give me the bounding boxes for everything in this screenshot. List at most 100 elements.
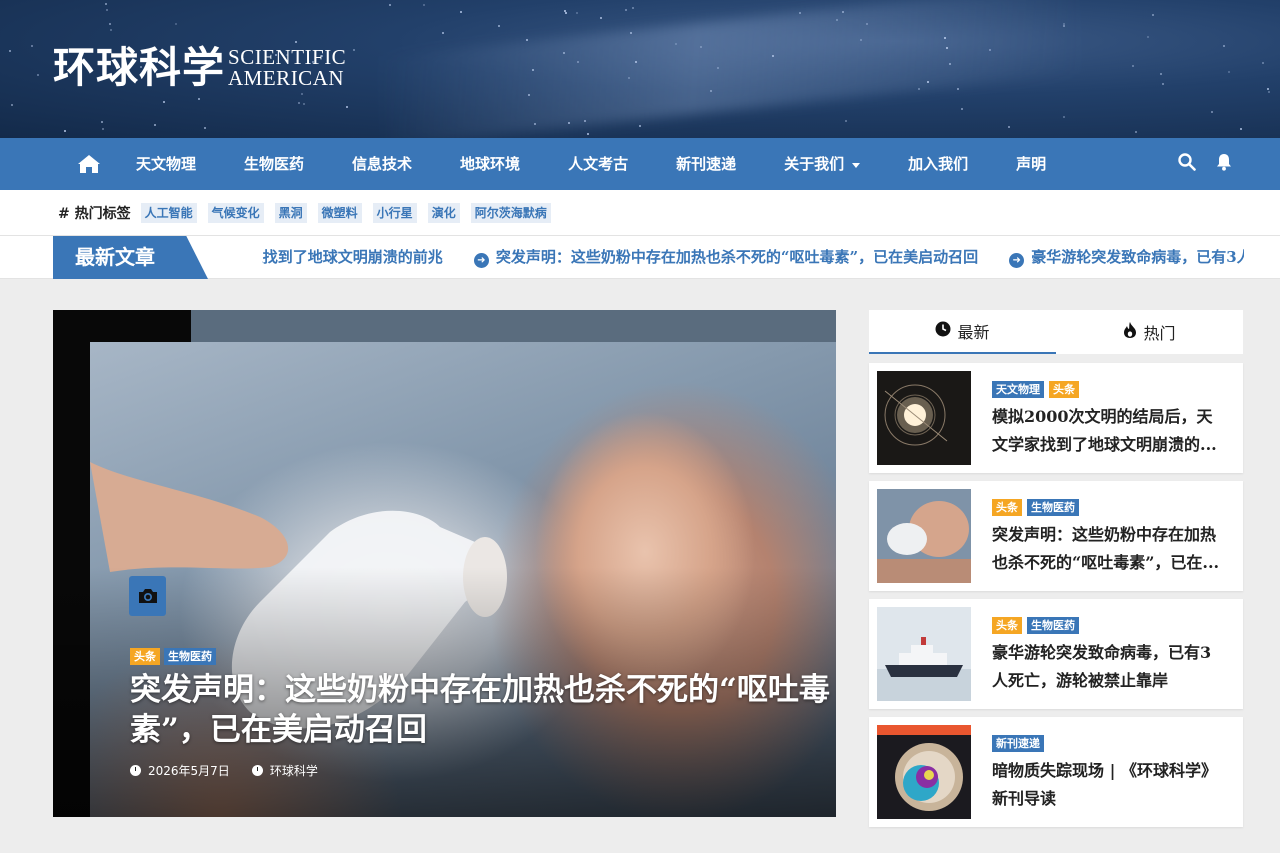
- hot-tag-alzheimers[interactable]: 阿尔茨海默病: [470, 203, 551, 223]
- star: [586, 133, 589, 136]
- nav-item-astrophysics[interactable]: 天文物理: [136, 138, 196, 190]
- latest-articles-ticker: 最新文章 ➜模拟2000次文明的结局后，天文学家找到了地球文明崩溃的前兆 ➜突发…: [0, 236, 1280, 279]
- badge-category[interactable]: 新刊速递: [992, 735, 1044, 752]
- hot-tag-asteroid[interactable]: 小行星: [372, 203, 417, 223]
- logo-english: SCIENTIFIC AMERICAN: [228, 47, 346, 89]
- nav-actions: [1178, 138, 1232, 190]
- ticker-label: 最新文章: [53, 236, 208, 279]
- post-tags: 头条 生物医药: [992, 499, 1079, 516]
- nav-item-earth-environment[interactable]: 地球环境: [460, 138, 520, 190]
- camera-icon[interactable]: [129, 576, 166, 616]
- star: [1210, 110, 1213, 113]
- post-title[interactable]: 模拟2000次文明的结局后，天文学家找到了地球文明崩溃的...: [992, 403, 1222, 459]
- badge-category[interactable]: 天文物理: [992, 381, 1044, 398]
- home-icon[interactable]: [76, 138, 102, 190]
- ticker-item-text: 豪华游轮突发致命病毒，已有3人死亡，游轮被禁止靠岸: [1031, 248, 1244, 266]
- star: [926, 81, 929, 84]
- sidebar-tabs: 最新 热门: [869, 310, 1243, 354]
- nav-item-statement[interactable]: 声明: [1016, 138, 1046, 190]
- star: [423, 3, 426, 6]
- hero-title[interactable]: 突发声明：这些奶粉中存在加热也杀不死的“呕吐毒素”，已在美启动召回: [130, 670, 830, 750]
- star: [389, 4, 392, 7]
- clock-icon: [130, 765, 141, 776]
- nav-item-humanities-archaeology[interactable]: 人文考古: [568, 138, 628, 190]
- nav-menu: 天文物理 生物医药 信息技术 地球环境 人文考古 新刊速递 关于我们 加入我们 …: [76, 138, 1094, 190]
- star: [1131, 64, 1134, 67]
- nav-item-information-tech[interactable]: 信息技术: [352, 138, 412, 190]
- badge-headline[interactable]: 头条: [1049, 381, 1079, 398]
- star: [174, 22, 177, 25]
- star: [106, 9, 109, 12]
- star: [1228, 70, 1231, 73]
- ticker-item[interactable]: ➜ 突发声明：这些奶粉中存在加热也杀不死的“呕吐毒素”，已在美启动召回: [473, 236, 978, 279]
- hot-tag-climate[interactable]: 气候变化: [207, 203, 264, 223]
- star: [835, 18, 838, 21]
- star: [346, 105, 349, 108]
- post-title[interactable]: 突发声明：这些奶粉中存在加热也杀不死的“呕吐毒素”，已在...: [992, 521, 1222, 577]
- tab-hot[interactable]: 热门: [1056, 310, 1243, 354]
- post-title[interactable]: 暗物质失踪现场 | 《环球科学》新刊导读: [992, 757, 1222, 813]
- hot-tag-ai[interactable]: 人工智能: [140, 203, 197, 223]
- bell-icon[interactable]: [1216, 153, 1232, 175]
- star: [497, 25, 500, 28]
- badge-headline[interactable]: 头条: [992, 499, 1022, 516]
- sidebar-post[interactable]: 新刊速递 暗物质失踪现场 | 《环球科学》新刊导读: [869, 717, 1243, 827]
- tab-hot-label: 热门: [1143, 324, 1176, 343]
- star: [532, 68, 535, 71]
- hot-tags-bar: # 热门标签 人工智能 气候变化 黑洞 微塑料 小行星 演化 阿尔茨海默病: [0, 190, 1280, 236]
- post-title[interactable]: 豪华游轮突发致命病毒，已有3人死亡，游轮被禁止靠岸: [992, 639, 1222, 695]
- star: [845, 120, 848, 122]
- post-thumbnail-cruise-ship[interactable]: [877, 607, 971, 701]
- ticker-item[interactable]: ➜模拟2000次文明的结局后，天文学家找到了地球文明崩溃的前兆: [262, 236, 443, 279]
- hot-tag-microplastics[interactable]: 微塑料: [317, 203, 362, 223]
- hot-tag-evolution[interactable]: 演化: [427, 203, 460, 223]
- nav-item-about-us[interactable]: 关于我们: [784, 138, 861, 190]
- star: [441, 31, 444, 34]
- star: [576, 12, 579, 15]
- star: [629, 31, 632, 34]
- post-thumbnail-magazine-cover[interactable]: [877, 725, 971, 819]
- badge-category[interactable]: 生物医药: [164, 648, 216, 665]
- star: [1222, 44, 1225, 47]
- badge-headline[interactable]: 头条: [130, 648, 160, 665]
- post-tags: 头条 生物医药: [992, 617, 1079, 634]
- search-icon[interactable]: [1178, 153, 1196, 175]
- star: [104, 2, 107, 5]
- nav-item-about-us-label: 关于我们: [784, 155, 845, 173]
- star: [162, 100, 165, 103]
- star: [1239, 127, 1242, 130]
- clock-icon: [935, 321, 951, 341]
- badge-category[interactable]: 生物医药: [1027, 617, 1079, 634]
- star: [562, 52, 565, 55]
- featured-article[interactable]: 头条 生物医药 突发声明：这些奶粉中存在加热也杀不死的“呕吐毒素”，已在美启动召…: [53, 310, 836, 817]
- tab-latest[interactable]: 最新: [869, 310, 1056, 354]
- nav-item-join-us[interactable]: 加入我们: [908, 138, 968, 190]
- hero-author[interactable]: 环球科学: [270, 762, 318, 779]
- post-thumbnail-baby[interactable]: [877, 489, 971, 583]
- chevron-down-icon: [852, 162, 861, 168]
- star: [564, 12, 567, 15]
- sidebar-post[interactable]: 头条 生物医药 豪华游轮突发致命病毒，已有3人死亡，游轮被禁止靠岸: [869, 599, 1243, 709]
- star: [37, 74, 40, 77]
- nav-item-new-issue[interactable]: 新刊速递: [676, 138, 736, 190]
- hot-tag-black-hole[interactable]: 黑洞: [274, 203, 307, 223]
- ticker-track: ➜模拟2000次文明的结局后，天文学家找到了地球文明崩溃的前兆 ➜突发声明：这些…: [262, 236, 1244, 279]
- sidebar-post[interactable]: 头条 生物医药 突发声明：这些奶粉中存在加热也杀不死的“呕吐毒素”，已在...: [869, 481, 1243, 591]
- badge-category[interactable]: 生物医药: [1027, 499, 1079, 516]
- star: [1063, 116, 1066, 119]
- star: [1261, 61, 1264, 64]
- star: [8, 49, 11, 52]
- badge-headline[interactable]: 头条: [992, 617, 1022, 634]
- star: [600, 17, 603, 20]
- star: [576, 60, 579, 63]
- star: [30, 44, 33, 47]
- post-thumbnail-astronomy[interactable]: [877, 371, 971, 465]
- star: [943, 36, 946, 39]
- tab-latest-label: 最新: [957, 323, 990, 342]
- ticker-item[interactable]: ➜ 豪华游轮突发致命病毒，已有3人死亡，游轮被禁止靠岸: [1009, 236, 1244, 279]
- hero-tags: 头条 生物医药: [130, 648, 216, 665]
- sidebar-post[interactable]: 天文物理 头条 模拟2000次文明的结局后，天文学家找到了地球文明崩溃的...: [869, 363, 1243, 473]
- nav-item-biomedicine[interactable]: 生物医药: [244, 138, 304, 190]
- site-logo[interactable]: 环球科学 SCIENTIFIC AMERICAN: [53, 44, 346, 92]
- star: [945, 46, 948, 49]
